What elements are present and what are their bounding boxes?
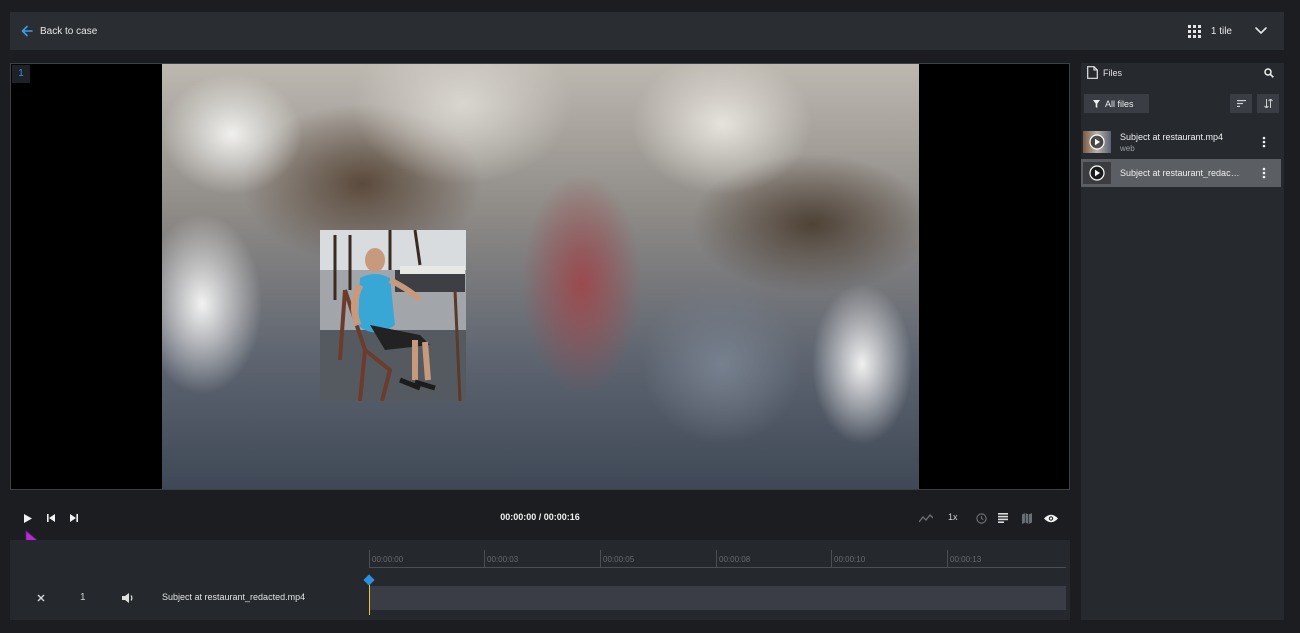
seated-person-image xyxy=(320,230,466,401)
align-left-icon xyxy=(998,513,1008,523)
play-circle-icon xyxy=(1089,165,1105,181)
track-number: 1 xyxy=(80,592,86,603)
filter-icon xyxy=(1093,99,1100,108)
player-controls: 00:00:00 / 00:00:16 1x xyxy=(10,503,1070,533)
file-icon xyxy=(1087,66,1098,79)
video-thumbnail xyxy=(1083,162,1111,184)
video-thumbnail xyxy=(1083,131,1111,153)
play-circle-icon xyxy=(1089,134,1105,150)
playback-time: 00:00:00 / 00:00:16 xyxy=(500,512,580,522)
transcript-button[interactable] xyxy=(996,511,1010,525)
top-bar: Back to case 1 tile xyxy=(10,12,1284,50)
all-files-label: All files xyxy=(1105,98,1134,109)
sort-arrows-icon xyxy=(1263,99,1273,108)
playback-speed[interactable]: 1x xyxy=(948,512,958,522)
clock-icon xyxy=(975,512,987,524)
sort-button[interactable] xyxy=(1230,94,1252,113)
arrow-left-icon xyxy=(21,25,33,37)
tile-count-label: 1 tile xyxy=(1210,25,1232,37)
timeline-tick: 00:00:13 xyxy=(947,550,981,568)
files-title: Files xyxy=(1103,68,1123,78)
map-icon xyxy=(1022,512,1032,524)
track-file-name: Subject at restaurant_redacted.mp4 xyxy=(162,592,306,602)
sort-order-button[interactable] xyxy=(1257,94,1279,113)
more-options-icon[interactable] xyxy=(1261,166,1267,180)
timeline-panel: 00:00:00 00:00:03 00:00:05 00:00:08 00:0… xyxy=(10,540,1070,620)
timeline-tick: 00:00:00 xyxy=(369,550,403,568)
chevron-down-icon[interactable] xyxy=(1250,25,1272,37)
grid-icon xyxy=(1187,24,1201,38)
files-header: Files xyxy=(1081,63,1284,83)
visibility-button[interactable] xyxy=(1043,511,1059,525)
timeline-tick: 00:00:05 xyxy=(600,550,634,568)
line-chart-icon xyxy=(919,513,933,523)
volume-icon xyxy=(122,593,133,603)
close-icon xyxy=(37,594,45,602)
all-files-filter-button[interactable]: All files xyxy=(1084,94,1149,113)
tile-number-badge: 1 xyxy=(12,65,30,83)
timeline-tick: 00:00:10 xyxy=(831,550,865,568)
file-list-item-selected[interactable]: Subject at restaurant_redacted.mp4 xyxy=(1081,159,1281,187)
eye-icon xyxy=(1044,514,1058,522)
sort-lines-icon xyxy=(1236,100,1246,107)
graph-button[interactable] xyxy=(918,511,934,525)
track-volume-button[interactable] xyxy=(121,591,135,605)
file-list-item[interactable]: Subject at restaurant.mp4 web xyxy=(1081,128,1281,156)
tile-layout-selector[interactable]: 1 tile xyxy=(1187,22,1272,40)
video-frame-blurred xyxy=(162,64,919,489)
timeline-track: 1 Subject at restaurant_redacted.mp4 xyxy=(10,584,1070,612)
track-clip[interactable] xyxy=(370,586,1066,610)
video-viewport[interactable]: 1 xyxy=(10,63,1070,490)
file-name: Subject at restaurant_redacted.mp4 xyxy=(1120,168,1242,178)
map-button[interactable] xyxy=(1020,511,1034,525)
timeline-tick: 00:00:03 xyxy=(484,550,518,568)
remove-track-button[interactable] xyxy=(34,591,48,605)
timeline-tick: 00:00:08 xyxy=(716,550,750,568)
search-icon[interactable] xyxy=(1264,68,1274,78)
timer-button[interactable] xyxy=(974,511,988,525)
file-name: Subject at restaurant.mp4 xyxy=(1120,132,1224,142)
back-to-case-button[interactable]: Back to case xyxy=(20,22,97,40)
file-source: web xyxy=(1120,144,1135,153)
timeline-ruler[interactable]: 00:00:00 00:00:03 00:00:05 00:00:08 00:0… xyxy=(369,550,1066,568)
files-sidebar: Files All files Subject at restaurant.mp… xyxy=(1081,63,1284,620)
more-options-icon[interactable] xyxy=(1261,135,1267,149)
unredacted-subject-region xyxy=(320,230,466,401)
back-to-case-label: Back to case xyxy=(40,25,98,37)
